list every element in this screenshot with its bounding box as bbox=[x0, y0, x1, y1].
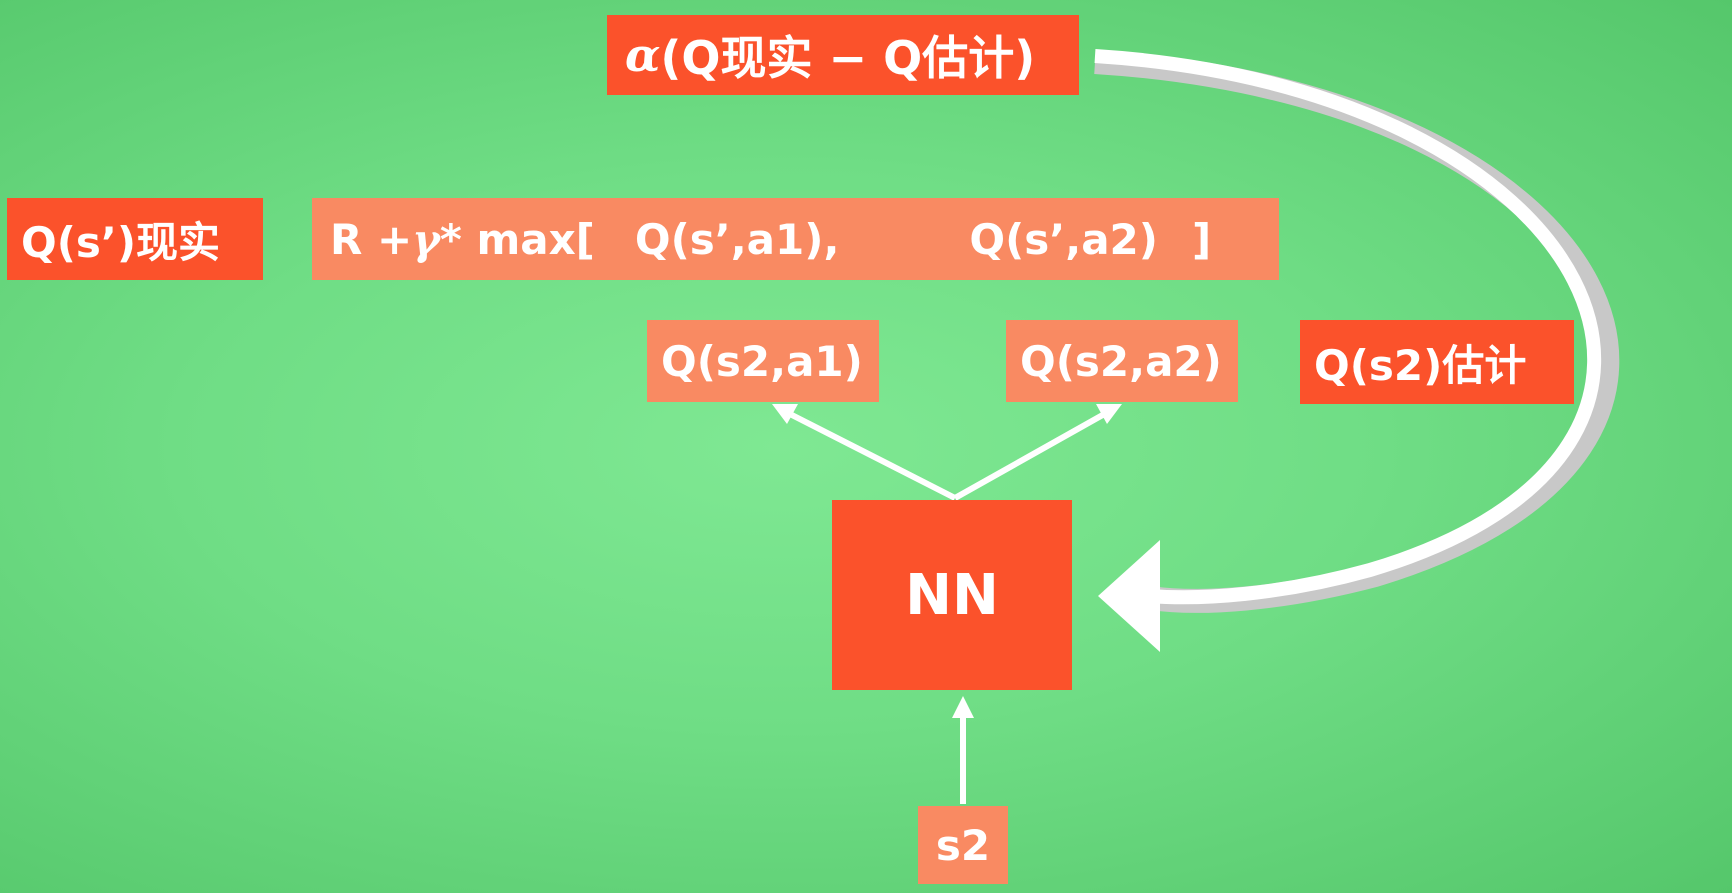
formula-close: ] bbox=[1191, 214, 1212, 264]
q-estimate-label: Q(s2)估计 bbox=[1300, 320, 1574, 404]
formula-term-a2: Q(s’,a2) bbox=[969, 214, 1158, 264]
update-term-text: (Q现实 − Q估计) bbox=[660, 31, 1036, 85]
nn-to-q-a1-arrow bbox=[784, 409, 957, 501]
feedback-arrowhead bbox=[1098, 540, 1160, 652]
formula-max: * max[ bbox=[439, 214, 595, 264]
q-s2-a2-output: Q(s2,a2) bbox=[1006, 320, 1238, 402]
formula-prefix: R + bbox=[330, 214, 413, 264]
update-term-label: α (Q现实 − Q估计) bbox=[607, 15, 1079, 95]
state-input-label: s2 bbox=[918, 806, 1008, 884]
input-to-nn-arrowhead bbox=[952, 696, 974, 718]
q-real-label: Q(s’)现实 bbox=[7, 198, 263, 280]
connector-layer bbox=[772, 49, 1620, 804]
gamma-symbol: γ bbox=[412, 214, 440, 264]
formula-term-a1: Q(s’,a1), bbox=[634, 214, 840, 264]
alpha-symbol: α bbox=[625, 28, 661, 82]
nn-to-q-a2-arrow bbox=[953, 409, 1110, 501]
q-target-formula: R + γ * max[ Q(s’,a1), Q(s’,a2) ] bbox=[312, 198, 1279, 280]
q-s2-a1-output: Q(s2,a1) bbox=[647, 320, 879, 402]
neural-network-box: NN bbox=[832, 500, 1072, 690]
